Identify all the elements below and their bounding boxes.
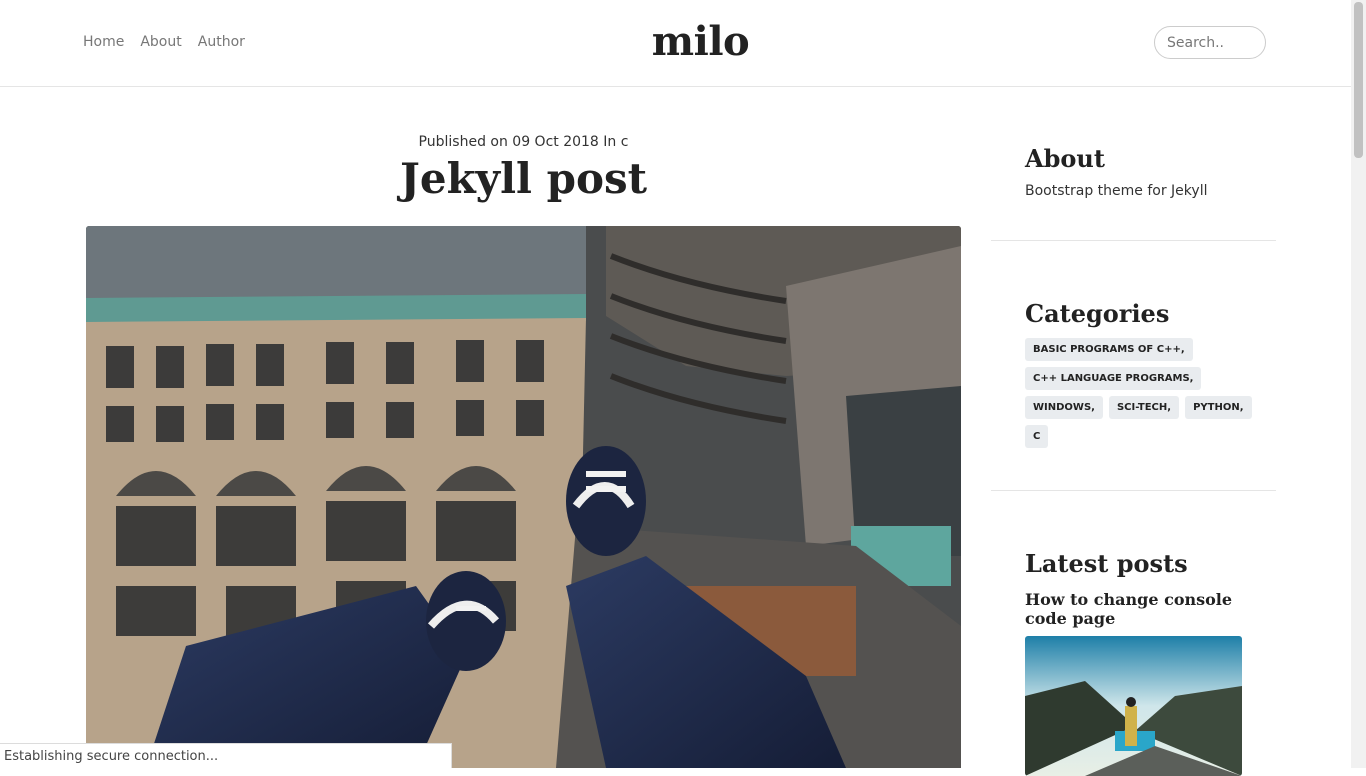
latest-post-image[interactable] <box>1025 636 1242 776</box>
categories-heading: Categories <box>1025 299 1170 328</box>
category-tags: BASIC PROGRAMS OF C++, C++ LANGUAGE PROG… <box>1025 338 1265 448</box>
status-bar: Establishing secure connection... <box>0 743 452 768</box>
latest-post-link[interactable]: How to change console code page <box>1025 590 1255 628</box>
about-widget: About Bootstrap theme for Jekyll <box>991 140 1276 241</box>
category-tag[interactable]: C++ LANGUAGE PROGRAMS, <box>1025 367 1202 390</box>
scrollbar[interactable] <box>1351 0 1366 768</box>
post-title: Jekyll post <box>399 154 648 203</box>
category-tag[interactable]: SCI-TECH, <box>1108 396 1180 419</box>
latest-posts-widget: Latest posts How to change console code … <box>991 535 1276 776</box>
category-tag[interactable]: BASIC PROGRAMS OF C++, <box>1025 338 1193 361</box>
category-tag[interactable]: WINDOWS, <box>1025 396 1103 419</box>
site-header: Home About Author milo <box>0 0 1351 87</box>
post-hero-image <box>86 226 961 768</box>
categories-widget: Categories BASIC PROGRAMS OF C++, C++ LA… <box>991 285 1276 491</box>
category-tag[interactable]: C <box>1025 425 1049 448</box>
site-logo[interactable]: milo <box>0 18 1351 65</box>
about-heading: About <box>1025 144 1105 173</box>
about-text: Bootstrap theme for Jekyll <box>1025 183 1208 199</box>
category-tag[interactable]: PYTHON, <box>1185 396 1252 419</box>
search-input[interactable] <box>1154 26 1266 59</box>
scrollbar-thumb[interactable] <box>1354 2 1363 158</box>
sidebar: About Bootstrap theme for Jekyll Categor… <box>991 140 1276 776</box>
latest-posts-heading: Latest posts <box>1025 549 1188 578</box>
post-meta: Published on 09 Oct 2018 In c <box>418 134 629 150</box>
